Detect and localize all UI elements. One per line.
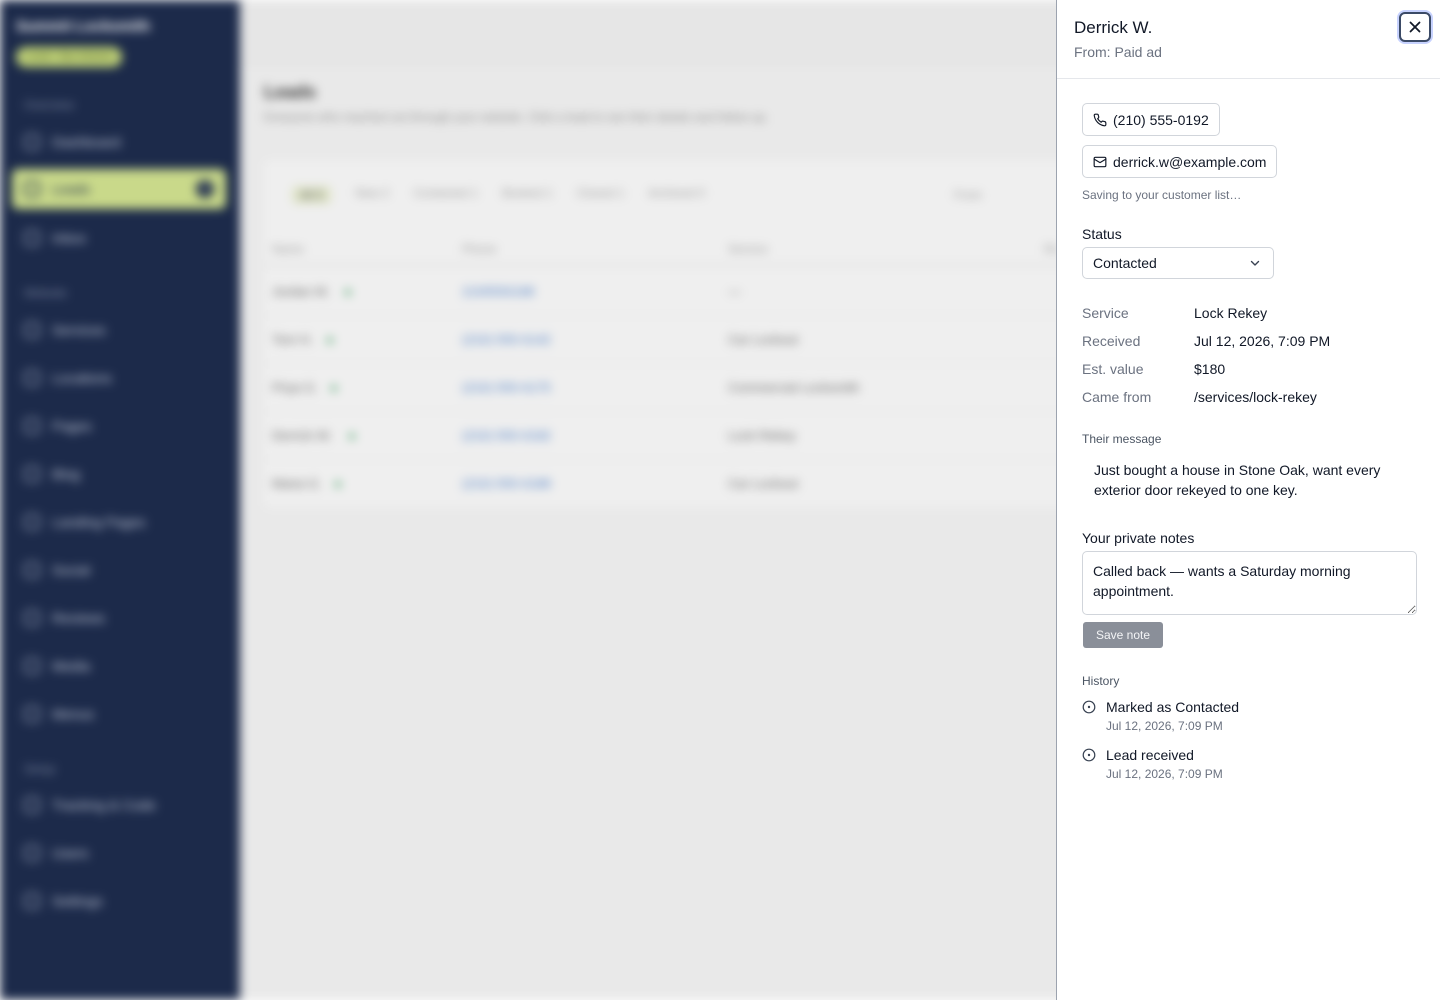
reviews-icon [24,610,40,626]
new-dot-icon: ● [344,284,352,299]
notes-label: Your private notes [1082,530,1195,546]
status-value: Contacted [1093,255,1157,271]
filter-closed[interactable]: Closed 1 [577,186,624,204]
detail-value-service: Lock Rekey [1194,305,1268,321]
sidebar-item-leads[interactable]: Leads 1 [12,169,226,209]
history-label: History [1082,674,1120,688]
wrench-icon [24,322,40,338]
message-text: Just bought a house in Stone Oak, want e… [1094,462,1381,498]
detail-label-received: Received [1082,333,1141,349]
history-item-time: Jul 12, 2026, 7:09 PM [1106,719,1223,733]
from-filter-label: From [954,188,982,202]
history-item-title: Lead received [1106,747,1194,763]
sidebar-item-blog[interactable]: Blog [12,454,226,494]
status-dot-icon: ● [334,476,342,491]
chevron-down-icon [1250,260,1260,266]
leads-icon [24,181,40,197]
close-button[interactable] [1399,12,1431,42]
sidebar-item-locations[interactable]: Locations [12,358,226,398]
filter-booked[interactable]: Booked 1 [502,186,553,204]
sidebar-item-landing-pages[interactable]: Landing Pages [12,502,226,542]
column-phone: Phone [462,242,497,256]
brand-name: Summit Locksmith [16,18,151,35]
status-label: Status [1082,226,1122,242]
social-icon [24,562,40,578]
detail-value-received: Jul 12, 2026, 7:09 PM [1194,333,1331,349]
sidebar-item-pages[interactable]: Pages [12,406,226,446]
filter-contacted[interactable]: Contacted 1 [413,186,478,204]
saving-status: Saving to your customer list… [1082,188,1242,202]
nav-section-setup: Setup [24,762,56,776]
dashboard-icon [24,134,40,150]
nav-section-website: Website [24,286,68,300]
page-title: Leads [264,82,317,102]
message-label: Their message [1082,432,1162,446]
status-dot-icon: ● [330,380,338,395]
sidebar: Summit Locksmith Local • San Antonio Ove… [0,0,240,1000]
page-icon [24,418,40,434]
sidebar-item-reviews[interactable]: Reviews [12,598,226,638]
users-icon [24,845,40,861]
filter-all[interactable]: All 5 [292,186,332,204]
clock-icon [1082,700,1096,714]
close-icon [1409,21,1421,33]
filter-new[interactable]: New 2 [355,186,389,204]
column-service: Service [728,242,769,256]
sidebar-item-settings[interactable]: Settings [12,881,226,921]
detail-label-service: Service [1082,305,1129,321]
call-phone-button[interactable]: (210) 555-0192 [1082,103,1220,136]
brand-badge: Local • San Antonio [16,47,122,67]
phone-number: (210) 555-0192 [1113,111,1209,128]
save-note-button[interactable]: Save note [1083,622,1163,648]
sidebar-item-inbox[interactable]: Inbox [12,218,226,258]
detail-label-value: Est. value [1082,361,1144,377]
sidebar-item-media[interactable]: Media [12,646,226,686]
sidebar-item-social[interactable]: Social [12,550,226,590]
landing-page-icon [24,514,40,530]
nav-section-overview: Overview [24,98,75,112]
code-icon [24,797,40,813]
lead-name: Derrick W. [1074,18,1153,37]
sidebar-item-users[interactable]: Users [12,833,226,873]
sidebar-item-tracking[interactable]: Tracking & Code [12,785,226,825]
column-name: Name [272,242,305,256]
filter-archived[interactable]: Archived 0 [648,186,705,204]
clock-icon [1082,748,1096,762]
blog-icon [24,466,40,482]
media-icon [24,658,40,674]
sidebar-item-services[interactable]: Services [12,310,226,350]
status-dot-icon: ● [348,428,356,443]
leads-count-badge: 1 [196,180,214,198]
menu-icon [24,706,40,722]
email-button[interactable]: derrick.w@example.com [1082,145,1278,178]
mail-icon [1093,156,1107,167]
private-notes-input[interactable]: Called back — wants a Saturday morning a… [1082,551,1417,615]
history-item-time: Jul 12, 2026, 7:09 PM [1106,767,1223,781]
detail-value-came-from: /services/lock-rekey [1194,389,1317,405]
location-icon [24,370,40,386]
drawer-header: Derrick W. From: Paid ad [1057,0,1440,79]
detail-label-came-from: Came from [1082,389,1152,405]
status-select[interactable]: Contacted [1082,247,1274,279]
gear-icon [24,893,40,909]
page-subtitle: Everyone who reached out through your we… [264,110,769,124]
lead-detail-drawer: Derrick W. From: Paid ad (210) 555-0192 … [1056,0,1440,1000]
phone-icon [1093,113,1107,126]
email-address: derrick.w@example.com [1113,153,1267,170]
status-dot-icon: ● [326,332,334,347]
detail-value-value: $180 [1194,361,1226,377]
inbox-icon [24,230,40,246]
lead-source: From: Paid ad [1074,44,1162,60]
status-filters: All 5 New 2 Contacted 1 Booked 1 Closed … [292,186,705,204]
history-item-title: Marked as Contacted [1106,699,1240,715]
sidebar-item-dashboard[interactable]: Dashboard [12,122,226,162]
sidebar-item-menus[interactable]: Menus [12,694,226,734]
